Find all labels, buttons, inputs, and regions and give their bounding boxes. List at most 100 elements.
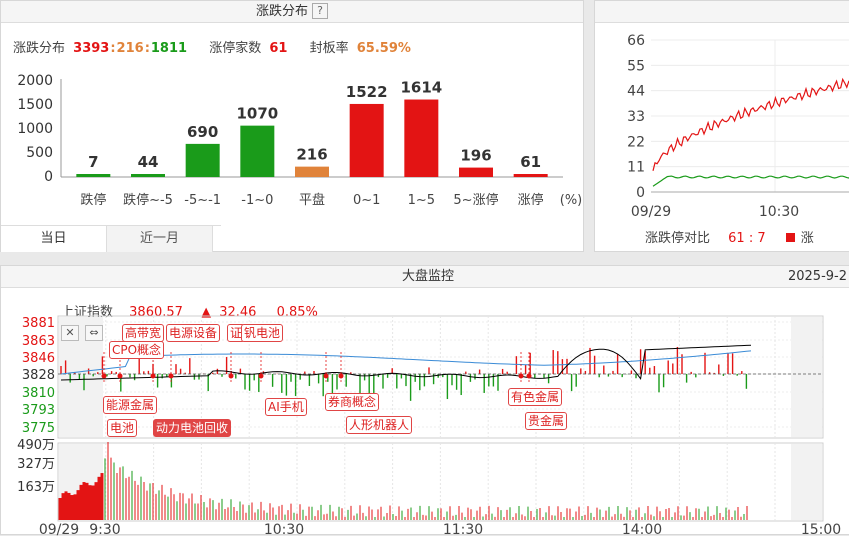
time-tick-label: 09/29 (39, 522, 79, 536)
expand-icon[interactable]: ⇔ (85, 325, 103, 341)
distribution-title-text: 涨跌分布 (255, 4, 308, 19)
event-marker-dot (338, 373, 344, 379)
price-tick-label: 3810 (22, 386, 55, 401)
up-count: 3393 (73, 41, 110, 56)
seal-rate-label: 封板率 (309, 41, 349, 56)
bar-1 (131, 174, 165, 177)
tag-high-bandwidth[interactable]: 高带宽 (122, 324, 165, 342)
limitup-label: 涨停家数 (209, 41, 262, 56)
event-marker-dot (168, 373, 174, 379)
tab-month[interactable]: 近一月 (107, 226, 213, 252)
volume-tick-label: 490万 (17, 438, 55, 453)
y-tick-label: 1500 (17, 97, 53, 113)
index-line (60, 344, 752, 381)
y-tick-label: 22 (627, 134, 645, 150)
tag-brokerage[interactable]: 券商概念 (325, 393, 380, 411)
bar-value-label: 61 (520, 153, 541, 171)
help-icon[interactable]: ? (312, 3, 328, 19)
category-label: 平盘 (299, 192, 325, 208)
bar-value-label: 1070 (236, 105, 278, 123)
x-tick-label: 09/29 (631, 204, 671, 220)
event-marker-dot (117, 373, 123, 379)
limit-down-line (652, 175, 849, 187)
tag-battery[interactable]: 电池 (107, 419, 138, 437)
market-monitor-title-bar: 大盘监控 2025-9-2 (1, 266, 849, 288)
category-label: 5~涨停 (453, 192, 498, 208)
bar-4 (295, 166, 329, 177)
market-monitor-panel: 大盘监控 2025-9-2 上证指数 3860.57 ▲ 32.46 0.85%… (0, 265, 849, 536)
time-tick-label: 15:00 (801, 522, 841, 536)
bar-2 (185, 143, 220, 177)
post-close-zone (791, 444, 822, 520)
y-tick-label: 66 (627, 33, 645, 49)
bar-5 (349, 103, 384, 177)
post-close-zone (791, 317, 822, 437)
category-label: -5~-1 (184, 193, 221, 208)
market-monitor-date: 2025-9-2 (787, 269, 847, 284)
time-tick-label: 9:30 (89, 522, 120, 536)
bar-value-label: 690 (187, 123, 218, 141)
time-tick-label: 14:00 (622, 522, 662, 536)
tag-cpo[interactable]: CPO概念 (109, 341, 165, 359)
bar-0 (76, 174, 111, 177)
y-tick-label: 0 (636, 185, 645, 201)
price-tick-label: 3775 (22, 421, 55, 436)
event-marker-dot (228, 373, 234, 379)
distribution-panel: 涨跌分布? 涨跌分布 3393:216:1811 涨停家数 61 封板率 65.… (0, 0, 584, 252)
event-marker-dot (526, 373, 532, 379)
close-icon[interactable]: ✕ (61, 325, 79, 341)
bar-value-label: 44 (138, 153, 159, 171)
tag-battery-recycling[interactable]: 动力电池回收 (153, 419, 232, 437)
limit-compare-title-bar (595, 1, 849, 23)
category-label: -1~0 (241, 193, 273, 208)
price-tick-label: 3828 (22, 368, 55, 383)
limit-legend-swatch (785, 233, 795, 242)
distribution-bar-chart: 2000 1500 1000 500 0 7 跌停 44 跌停~-5 690 -5~-1 1070 -1… (17, 73, 583, 208)
distribution-panel-title: 涨跌分布? (1, 1, 583, 23)
tab-today[interactable]: 当日 (1, 226, 107, 252)
bar-value-label: 7 (88, 153, 98, 171)
bar-value-label: 216 (296, 146, 327, 164)
category-label: 1~5 (408, 193, 435, 208)
bar-8 (513, 174, 548, 177)
tag-nonferrous-metals[interactable]: 有色金属 (508, 388, 563, 406)
category-label: 0~1 (353, 193, 380, 208)
colon-2: : (144, 41, 150, 56)
y-tick-label: 44 (627, 84, 645, 100)
event-marker-dot (101, 373, 107, 379)
x-tick-label: 10:30 (759, 204, 799, 220)
y-tick-label: 2000 (17, 73, 53, 89)
limit-compare-panel: 66 55 44 33 22 11 0 09/29 10:30 涨跌停对比 61 : 7 涨 (594, 0, 849, 252)
tag-energy-metals[interactable]: 能源金属 (103, 396, 158, 414)
limit-compare-chart: 66 55 44 33 22 11 0 09/29 10:30 (627, 33, 849, 220)
bar-6 (404, 99, 439, 177)
category-label: 涨停 (518, 192, 544, 208)
category-label: 跌停 (80, 192, 106, 208)
market-monitor-title: 大盘监控 (401, 269, 454, 284)
y-tick-label: 1000 (17, 121, 53, 137)
limit-legend-label: 涨跌停对比 (645, 231, 711, 246)
y-tick-label: 500 (26, 145, 53, 161)
tag-humanoid-robot[interactable]: 人形机器人 (346, 416, 413, 434)
time-tick-label: 11:30 (443, 522, 483, 536)
y-tick-label: 0 (44, 169, 53, 185)
seal-rate-value: 65.59% (356, 41, 411, 56)
event-marker-dot (323, 373, 329, 379)
updown-label: 涨跌分布 (13, 41, 66, 56)
volume-tick-label: 327万 (17, 457, 55, 472)
bar-value-label: 1522 (346, 83, 388, 101)
unit-label: (%) (560, 193, 583, 208)
event-marker-dot (150, 373, 156, 379)
price-tick-label: 3863 (22, 334, 55, 349)
limit-legend-down: 7 (757, 231, 766, 246)
price-tick-label: 3846 (22, 351, 55, 366)
tag-precious-metals[interactable]: 贵金属 (525, 412, 568, 430)
tag-ai-phone[interactable]: AI手机 (265, 398, 307, 416)
limit-legend: 涨跌停对比 61 : 7 涨 (645, 227, 814, 246)
down-count: 1811 (150, 41, 188, 56)
distribution-stats: 涨跌分布 3393:216:1811 涨停家数 61 封板率 65.59% (13, 37, 415, 56)
price-tick-label: 3881 (22, 316, 55, 331)
event-marker-dot (518, 373, 524, 379)
tag-power-equipment[interactable]: 电源设备 (166, 324, 221, 342)
tag-vanadium-battery[interactable]: 钒电池 (241, 324, 284, 342)
